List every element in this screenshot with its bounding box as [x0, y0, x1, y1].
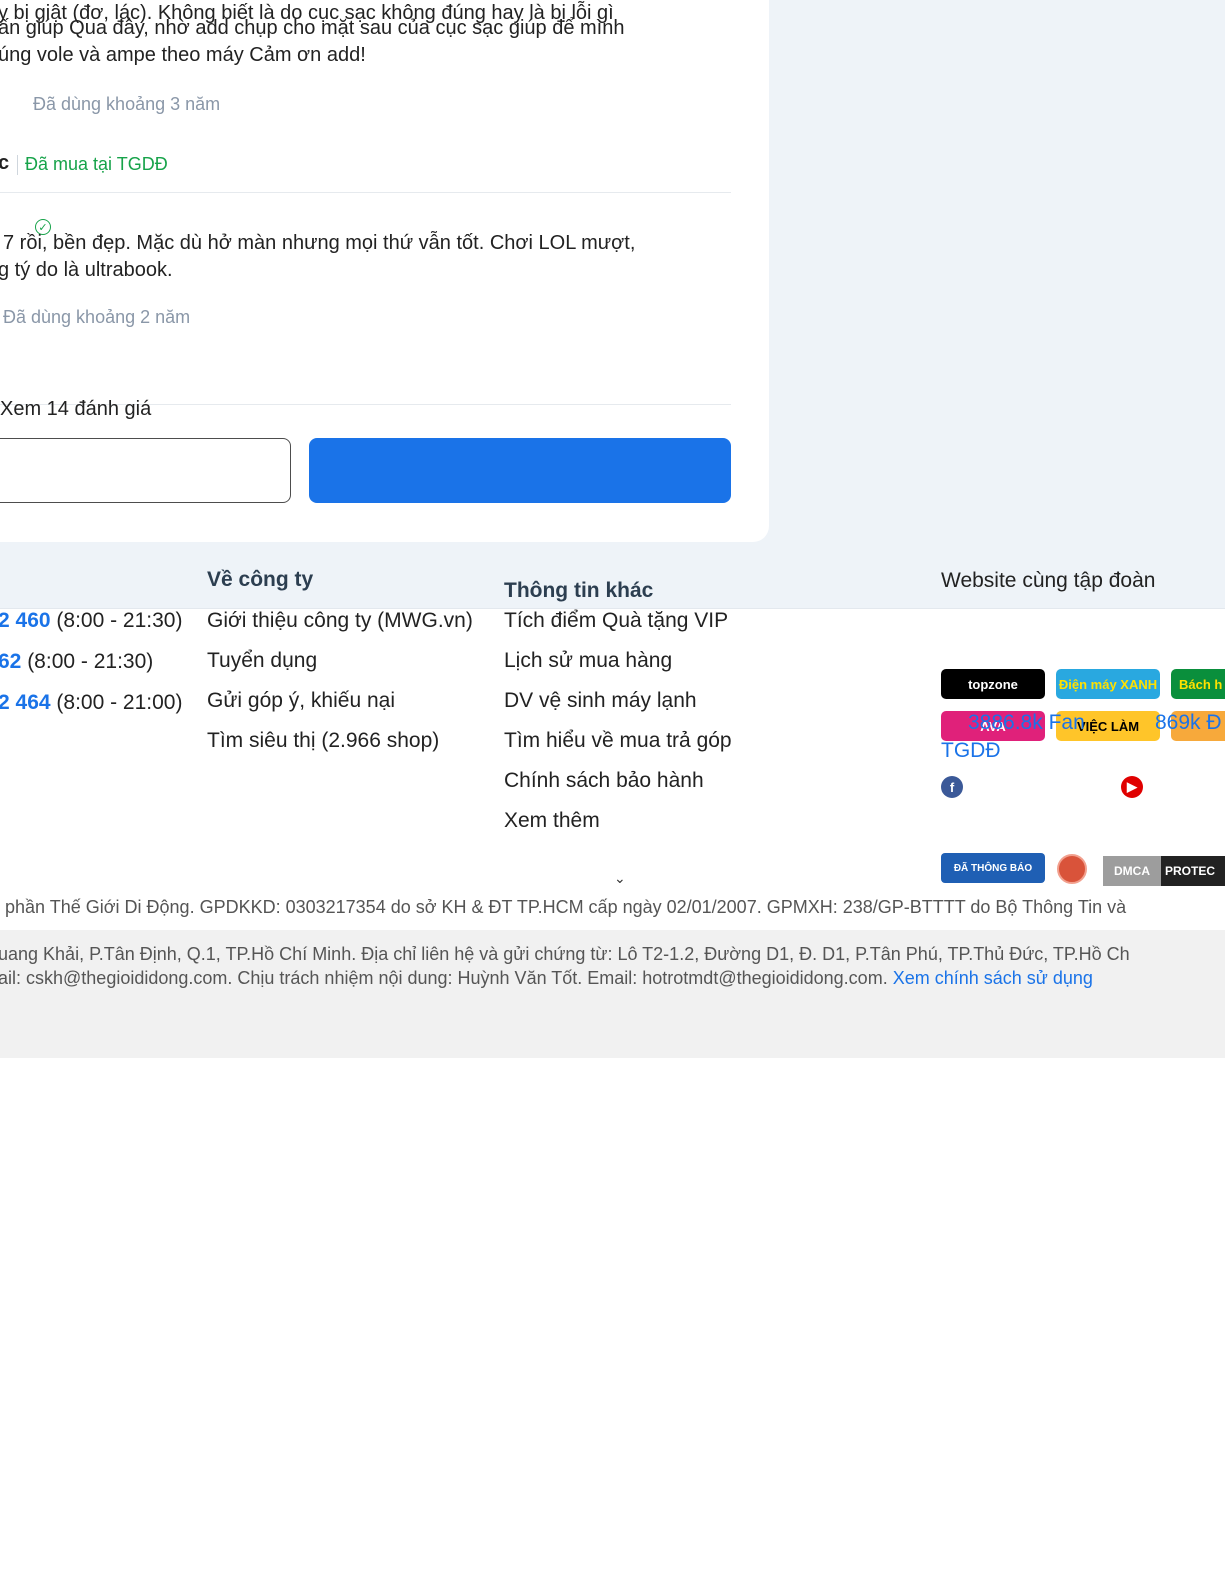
review-2-usage: Đã dùng khoảng 2 năm: [3, 307, 191, 327]
youtube-icon[interactable]: ▶: [1121, 776, 1143, 798]
company-link[interactable]: Gửi góp ý, khiếu nại: [207, 689, 395, 713]
company-link[interactable]: Tuyển dụng: [207, 649, 317, 673]
see-more-link[interactable]: Xem thêm: [504, 809, 600, 833]
legal-line-1: phần Thế Giới Di Động. GPDKKD: 030321735…: [5, 897, 1127, 917]
legal-line-2: uang Khải, P.Tân Định, Q.1, TP.Hồ Chí Mi…: [0, 944, 1130, 964]
review-2-line-2: g tý do là ultrabook.: [0, 259, 173, 281]
review-2-bought-badge: Đã mua tại TGDĐ: [25, 154, 168, 174]
facebook-fan-count[interactable]: 3886.8k Fan: [968, 711, 1085, 735]
company-link[interactable]: Tìm siêu thị (2.966 shop): [207, 729, 439, 753]
other-info-link[interactable]: Tích điểm Quà tặng VIP: [504, 609, 728, 633]
tgdd-channel-label[interactable]: TGDĐ: [941, 739, 1001, 763]
certificate-seal-icon[interactable]: [1057, 854, 1087, 884]
company-link[interactable]: Giới thiệu công ty (MWG.vn): [207, 609, 473, 633]
see-all-reviews-link[interactable]: Xem 14 đánh giá: [0, 398, 151, 421]
review-2-line-1: 7 rồi, bền đẹp. Mặc dù hở màn nhưng mọi …: [3, 232, 636, 254]
other-info-link[interactable]: DV vệ sinh máy lạnh: [504, 689, 697, 713]
review-divider: [0, 192, 731, 193]
company-column-title: Về công ty: [207, 568, 314, 591]
review-1-line-3: úng vole và ampe theo máy Cảm ơn add!: [0, 44, 366, 66]
legal-line-3: ail: cskh@thegioididong.com. Chịu trách …: [0, 968, 1093, 988]
bachhoaxanh-logo[interactable]: Bách h: [1171, 669, 1225, 699]
support-line-1[interactable]: 2 460 (8:00 - 21:30): [0, 609, 182, 633]
youtube-subscriber-count[interactable]: 869k Đ: [1155, 711, 1222, 735]
write-review-button[interactable]: [309, 438, 731, 503]
secondary-action-button[interactable]: [0, 438, 291, 503]
other-info-column-title: Thông tin khác: [504, 579, 654, 602]
registered-ministry-badge[interactable]: ĐÃ THÔNG BÁO: [941, 853, 1045, 883]
other-info-link[interactable]: Tìm hiểu về mua trả góp: [504, 729, 732, 753]
group-websites-title: Website cùng tập đoàn: [941, 569, 1156, 592]
usage-policy-link[interactable]: Xem chính sách sử dụng: [893, 968, 1093, 988]
chevron-down-icon[interactable]: ⌄: [614, 870, 626, 887]
support-line-2[interactable]: 62 (8:00 - 21:30): [0, 650, 153, 674]
dmca-badge[interactable]: DMCA: [1103, 856, 1161, 886]
other-info-link[interactable]: Lịch sử mua hàng: [504, 649, 672, 673]
review-1-usage: Đã dùng khoảng 3 năm: [33, 94, 221, 114]
review-1-line-2: ấn giúp Qua đây, nhờ add chụp cho mặt sa…: [0, 17, 625, 39]
other-info-link[interactable]: Chính sách bảo hành: [504, 769, 704, 793]
dienmayxanh-logo[interactable]: Điện máy XANH: [1056, 669, 1160, 699]
review-2-reviewer-name: c: [0, 152, 10, 174]
dmca-protected-badge[interactable]: PROTEC: [1161, 856, 1225, 886]
review-2-separator: [17, 155, 18, 175]
topzone-logo[interactable]: topzone: [941, 669, 1045, 699]
facebook-icon[interactable]: f: [941, 776, 963, 798]
support-line-3[interactable]: 2 464 (8:00 - 21:00): [0, 691, 182, 715]
